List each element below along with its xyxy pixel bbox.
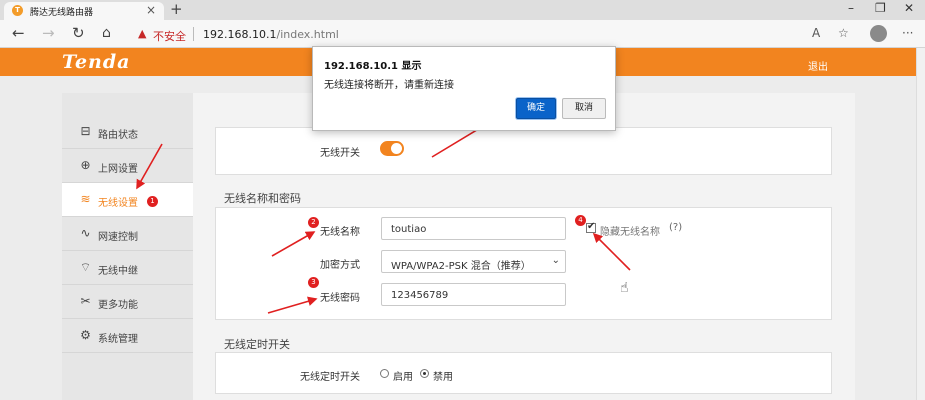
toggle-knob bbox=[391, 143, 402, 154]
globe-icon: ⊕ bbox=[80, 158, 91, 172]
password-label: 无线密码 bbox=[320, 293, 360, 304]
tools-icon: ✂ bbox=[80, 294, 91, 308]
sidebar-item-speed[interactable]: ∿ 网速控制 bbox=[62, 217, 193, 251]
wifi-icon: ≋ bbox=[80, 192, 91, 206]
timer-disable-label: 禁用 bbox=[433, 372, 453, 383]
address-bar: ← → ↻ ⌂ ▲ 不安全 192.168.10.1/index.html A … bbox=[0, 20, 925, 48]
wireless-switch-label: 无线开关 bbox=[320, 148, 360, 159]
forward-icon: → bbox=[42, 24, 55, 42]
timer-enable-label: 启用 bbox=[393, 372, 413, 383]
dialog-cancel-button[interactable]: 取消 bbox=[562, 98, 606, 119]
encryption-select[interactable]: WPA/WPA2-PSK 混合（推荐） ⌄ bbox=[381, 250, 566, 273]
warning-triangle-icon[interactable]: ▲ bbox=[138, 27, 146, 40]
annotation-badge-1: 1 bbox=[147, 196, 158, 207]
sidebar-item-label: 网速控制 bbox=[98, 232, 138, 243]
sidebar-item-label: 无线中继 bbox=[98, 266, 138, 277]
chevron-down-icon: ⌄ bbox=[551, 255, 560, 266]
password-value: 123456789 bbox=[391, 290, 449, 301]
encryption-value: WPA/WPA2-PSK 混合（推荐） bbox=[391, 261, 531, 272]
address-separator bbox=[193, 27, 194, 41]
sidebar-item-router-status[interactable]: ⊟ 路由状态 bbox=[62, 115, 193, 149]
profile-avatar[interactable] bbox=[870, 25, 887, 42]
password-input[interactable]: 123456789 bbox=[381, 283, 566, 306]
url-host: 192.168.10.1 bbox=[203, 28, 277, 41]
security-warning[interactable]: 不安全 bbox=[153, 28, 186, 44]
section-title-name-password: 无线名称和密码 bbox=[224, 192, 301, 205]
timer-enable-radio[interactable] bbox=[380, 369, 389, 378]
sidebar-item-label: 系统管理 bbox=[98, 334, 138, 345]
url-path: /index.html bbox=[276, 28, 339, 41]
sidebar-item-internet[interactable]: ⊕ 上网设置 bbox=[62, 149, 193, 183]
annotation-badge-4: 4 bbox=[575, 215, 586, 226]
annotation-badge-2: 2 bbox=[308, 217, 319, 228]
section-title-timer: 无线定时开关 bbox=[224, 338, 290, 351]
check-mark-icon: ✔ bbox=[587, 221, 596, 232]
tenda-favicon-icon: T bbox=[12, 5, 23, 16]
ssid-value: toutiao bbox=[391, 224, 427, 235]
help-icon[interactable]: (?) bbox=[669, 222, 682, 233]
back-icon[interactable]: ← bbox=[12, 25, 25, 41]
dialog-title: 192.168.10.1 显示 bbox=[324, 61, 422, 72]
restore-icon[interactable]: ❐ bbox=[875, 1, 886, 15]
read-aloud-icon[interactable]: A bbox=[812, 26, 820, 40]
sidebar-item-label: 路由状态 bbox=[98, 130, 138, 141]
sidebar: ⊟ 路由状态 ⊕ 上网设置 ≋ 无线设置 ∿ 网速控制 ⌔ 无线中继 ✂ 更多功… bbox=[62, 93, 193, 400]
hand-cursor-icon: ☝ bbox=[620, 280, 629, 296]
gear-icon: ⚙ bbox=[80, 328, 91, 342]
annotation-badge-3: 3 bbox=[308, 277, 319, 288]
sidebar-item-relay[interactable]: ⌔ 无线中继 bbox=[62, 251, 193, 285]
favorite-star-icon[interactable]: ☆ bbox=[838, 26, 849, 40]
speed-icon: ∿ bbox=[80, 226, 91, 240]
close-window-icon[interactable]: ✕ bbox=[904, 1, 914, 15]
relay-icon: ⌔ bbox=[79, 260, 92, 274]
tenda-logo: Tenda bbox=[62, 51, 131, 73]
sidebar-item-label: 更多功能 bbox=[98, 300, 138, 311]
encryption-label: 加密方式 bbox=[320, 260, 360, 271]
url-field[interactable]: 192.168.10.1/index.html bbox=[203, 28, 339, 41]
tab-close-icon[interactable]: × bbox=[146, 3, 156, 17]
browser-tab-strip: T 腾达无线路由器 × + – ❐ ✕ bbox=[0, 0, 925, 20]
browser-tab[interactable]: T 腾达无线路由器 × bbox=[4, 2, 164, 20]
dialog-ok-button[interactable]: 确定 bbox=[516, 98, 556, 119]
minimize-icon[interactable]: – bbox=[848, 1, 854, 15]
dialog-message: 无线连接将断开，请重新连接 bbox=[324, 80, 454, 91]
wireless-switch-toggle[interactable] bbox=[380, 141, 404, 156]
more-menu-icon[interactable]: ··· bbox=[902, 26, 913, 40]
ssid-input[interactable]: toutiao bbox=[381, 217, 566, 240]
router-status-icon: ⊟ bbox=[80, 124, 91, 138]
confirm-dialog: 192.168.10.1 显示 无线连接将断开，请重新连接 确定 取消 bbox=[312, 46, 616, 131]
hide-ssid-checkbox[interactable]: ✔ bbox=[586, 221, 596, 233]
tab-title: 腾达无线路由器 bbox=[30, 8, 94, 18]
home-icon[interactable]: ⌂ bbox=[102, 25, 111, 41]
reload-icon[interactable]: ↻ bbox=[72, 25, 85, 41]
hide-ssid-label: 隐藏无线名称 bbox=[600, 227, 660, 238]
page-scrollbar[interactable] bbox=[916, 48, 925, 400]
timer-disable-radio[interactable] bbox=[420, 369, 429, 378]
logout-link[interactable]: 退出 bbox=[808, 58, 828, 73]
timer-label: 无线定时开关 bbox=[300, 372, 360, 383]
sidebar-item-label: 无线设置 bbox=[98, 198, 138, 209]
sidebar-item-system[interactable]: ⚙ 系统管理 bbox=[62, 319, 193, 353]
sidebar-item-wireless[interactable]: ≋ 无线设置 bbox=[62, 183, 193, 217]
sidebar-item-more[interactable]: ✂ 更多功能 bbox=[62, 285, 193, 319]
sidebar-item-label: 上网设置 bbox=[98, 164, 138, 175]
new-tab-icon[interactable]: + bbox=[170, 0, 183, 18]
